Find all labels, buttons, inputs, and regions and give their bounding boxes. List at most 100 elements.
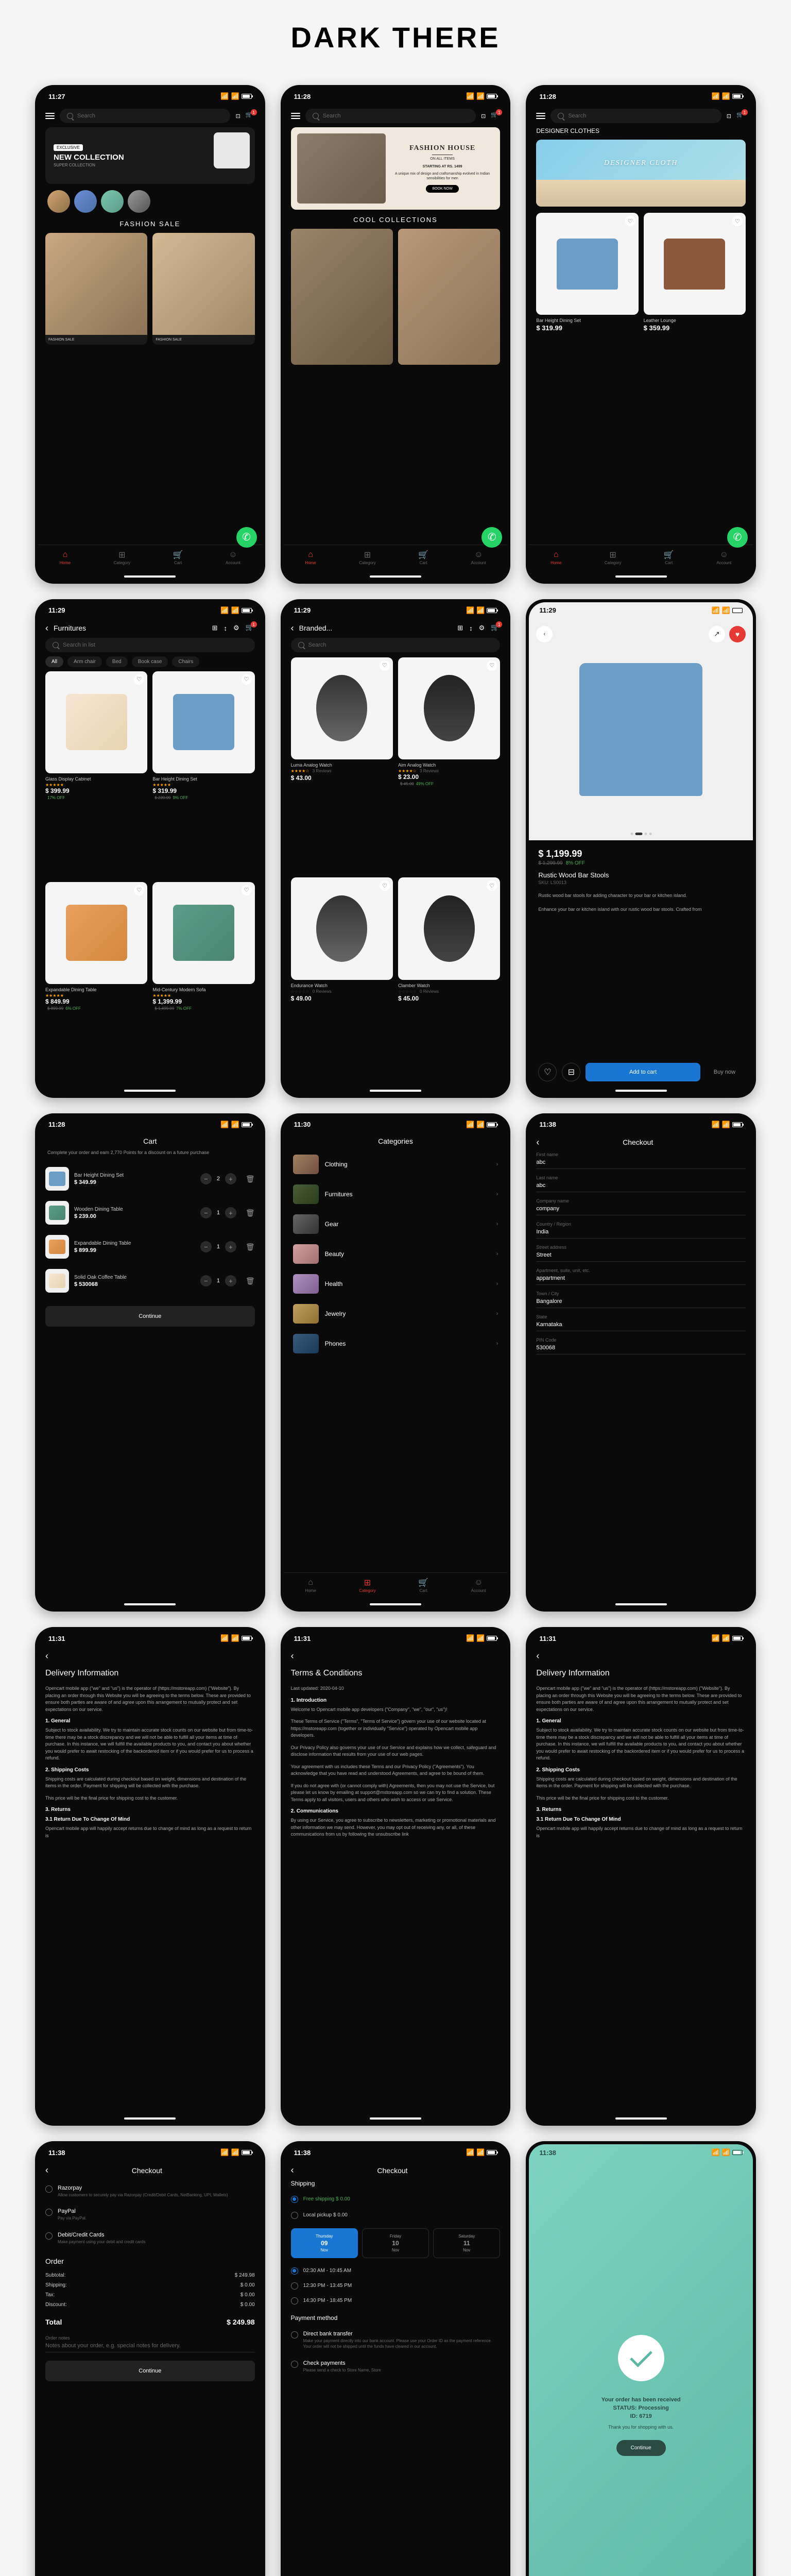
form-field[interactable]: Company namecompany [536, 1198, 746, 1215]
compare-button[interactable]: ⊟ [562, 1063, 580, 1081]
form-field[interactable]: First nameabc [536, 1152, 746, 1169]
collection-card[interactable] [291, 229, 393, 365]
whatsapp-fab[interactable]: ✆ [727, 527, 748, 548]
heart-icon[interactable]: ♡ [242, 885, 252, 895]
heart-icon[interactable]: ♡ [625, 216, 635, 226]
product-card[interactable]: ♡Luma Analog Watch★★★★☆ 3 Reviews$ 43.00 [291, 657, 393, 872]
chip-all[interactable]: All [45, 656, 63, 667]
payment-option[interactable]: PayPalPay via PayPal. [45, 2203, 255, 2226]
avatar[interactable] [128, 190, 150, 213]
scan-icon[interactable]: ⊡ [481, 113, 486, 120]
delete-icon[interactable]: 🗑 [246, 1243, 255, 1251]
nav-account[interactable]: ☺Account [716, 550, 731, 565]
back-icon[interactable]: ‹ [45, 623, 48, 634]
sort-icon[interactable]: ↕ [224, 624, 228, 632]
form-field[interactable]: Street addressStreet [536, 1245, 746, 1262]
nav-account[interactable]: ☺Account [226, 550, 240, 565]
nav-category[interactable]: ⊞Category [605, 550, 621, 565]
time-option[interactable]: 14:30 PM - 18:45 PM [291, 2293, 501, 2308]
avatar[interactable] [101, 190, 124, 213]
cart-icon[interactable]: 🛒1 [736, 111, 746, 121]
nav-account[interactable]: ☺Account [471, 550, 486, 565]
scan-icon[interactable]: ⊡ [727, 113, 731, 120]
product-card[interactable]: ♡Aim Analog Watch★★★★☆ 3 Reviews$ 23.00$… [398, 657, 500, 872]
scan-icon[interactable]: ⊡ [235, 113, 240, 120]
qty-plus[interactable]: + [225, 1241, 236, 1252]
order-notes-input[interactable]: Notes about your order, e.g. special not… [45, 2343, 255, 2352]
avatar[interactable] [47, 190, 70, 213]
product-card[interactable]: ♡Bar Height Dining Set★★★★★$ 319.99$ 239… [152, 671, 254, 877]
share-icon[interactable]: ↗ [709, 626, 725, 642]
qty-minus[interactable]: − [200, 1207, 212, 1218]
product-card[interactable]: ♡ Leather Lounge $ 359.99 [644, 213, 746, 332]
menu-icon[interactable] [536, 113, 545, 119]
cart-icon[interactable]: 🛒1 [246, 623, 255, 633]
hero-banner[interactable]: EXCLUSIVE NEW COLLECTION SUPER COLLECTIO… [45, 127, 255, 184]
qty-minus[interactable]: − [200, 1241, 212, 1252]
heart-icon[interactable]: ♡ [134, 885, 144, 895]
whatsapp-fab[interactable]: ✆ [236, 527, 257, 548]
category-item[interactable]: Clothing› [291, 1149, 501, 1179]
product-card[interactable]: ♡Expandable Dining Table★★★★★$ 849.99$ 8… [45, 882, 147, 1088]
product-card[interactable]: ♡Endurance Watch☆☆☆☆☆ 0 Reviews$ 49.00 [291, 877, 393, 1087]
category-item[interactable]: Jewelry› [291, 1299, 501, 1329]
payment-option[interactable]: RazorpayAllow customers to securely pay … [45, 2180, 255, 2203]
continue-button[interactable]: Continue [45, 1306, 255, 1327]
designer-banner[interactable]: DESIGNER CLOTH [536, 140, 746, 207]
category-item[interactable]: Health› [291, 1269, 501, 1299]
heart-icon[interactable]: ♡ [134, 674, 144, 685]
avatar[interactable] [74, 190, 97, 213]
heart-icon[interactable]: ♡ [380, 880, 390, 891]
product-card[interactable]: ♡Clamber Watch☆☆☆☆☆ 0 Reviews$ 45.00 [398, 877, 500, 1087]
grid-view-icon[interactable]: ⊞ [212, 624, 218, 632]
delete-icon[interactable]: 🗑 [246, 1175, 255, 1183]
qty-plus[interactable]: + [225, 1207, 236, 1218]
nav-account[interactable]: ☺Account [471, 1578, 486, 1593]
payment-option[interactable]: Debit/Credit CardsMake payment using you… [45, 2227, 255, 2250]
back-icon[interactable]: ‹ [45, 1651, 48, 1662]
heart-icon[interactable]: ♡ [487, 660, 497, 671]
continue-button[interactable]: Continue [616, 2440, 666, 2456]
nav-home[interactable]: ⌂Home [305, 1578, 316, 1593]
grid-view-icon[interactable]: ⊞ [457, 624, 463, 632]
form-field[interactable]: Apartment, suite, unit, etc.appartment [536, 1268, 746, 1285]
chip[interactable]: Bed [106, 656, 128, 667]
back-icon[interactable]: ‹ [291, 1651, 294, 1662]
filter-icon[interactable]: ⚙ [233, 624, 239, 632]
product-card[interactable]: FASHION SALE [152, 233, 254, 345]
search-input[interactable]: Search [291, 638, 501, 652]
chip[interactable]: Arm chair [67, 656, 102, 667]
fashion-banner[interactable]: FASHION HOUSE ON ALL ITEMS STARTING AT R… [291, 127, 501, 210]
buy-now-button[interactable]: Buy now [706, 1063, 744, 1081]
nav-home[interactable]: ⌂Home [60, 550, 71, 565]
form-field[interactable]: Country / RegionIndia [536, 1222, 746, 1239]
qty-plus[interactable]: + [225, 1173, 236, 1184]
continue-button[interactable]: Continue [45, 2361, 255, 2381]
product-card[interactable]: ♡Glass Display Cabinet★★★★★$ 399.9917% O… [45, 671, 147, 877]
heart-icon[interactable]: ♥ [729, 626, 746, 642]
add-to-cart-button[interactable]: Add to cart [586, 1063, 700, 1081]
sort-icon[interactable]: ↕ [469, 624, 473, 632]
category-item[interactable]: Beauty› [291, 1239, 501, 1269]
heart-icon[interactable]: ♡ [380, 660, 390, 671]
form-field[interactable]: PIN Code530068 [536, 1337, 746, 1354]
back-icon[interactable]: ‹ [536, 626, 553, 642]
product-card[interactable]: ♡ Bar Height Dining Set $ 319.99 [536, 213, 638, 332]
back-icon[interactable]: ‹ [536, 1137, 539, 1148]
date-option[interactable]: Thursday09Nov [291, 2228, 358, 2258]
heart-button[interactable]: ♡ [538, 1063, 557, 1081]
qty-minus[interactable]: − [200, 1173, 212, 1184]
delete-icon[interactable]: 🗑 [246, 1277, 255, 1285]
category-item[interactable]: Furnitures› [291, 1179, 501, 1209]
heart-icon[interactable]: ♡ [732, 216, 743, 226]
cart-icon[interactable]: 🛒1 [491, 111, 500, 121]
cart-icon[interactable]: 🛒1 [246, 111, 255, 121]
qty-plus[interactable]: + [225, 1275, 236, 1286]
nav-home[interactable]: ⌂Home [551, 550, 561, 565]
heart-icon[interactable]: ♡ [487, 880, 497, 891]
nav-cart[interactable]: 🛒Cart [664, 550, 674, 565]
search-input[interactable]: Search [551, 109, 721, 123]
nav-category[interactable]: ⊞Category [114, 550, 130, 565]
date-option[interactable]: Saturday11Nov [433, 2228, 500, 2258]
filter-icon[interactable]: ⚙ [479, 624, 485, 632]
